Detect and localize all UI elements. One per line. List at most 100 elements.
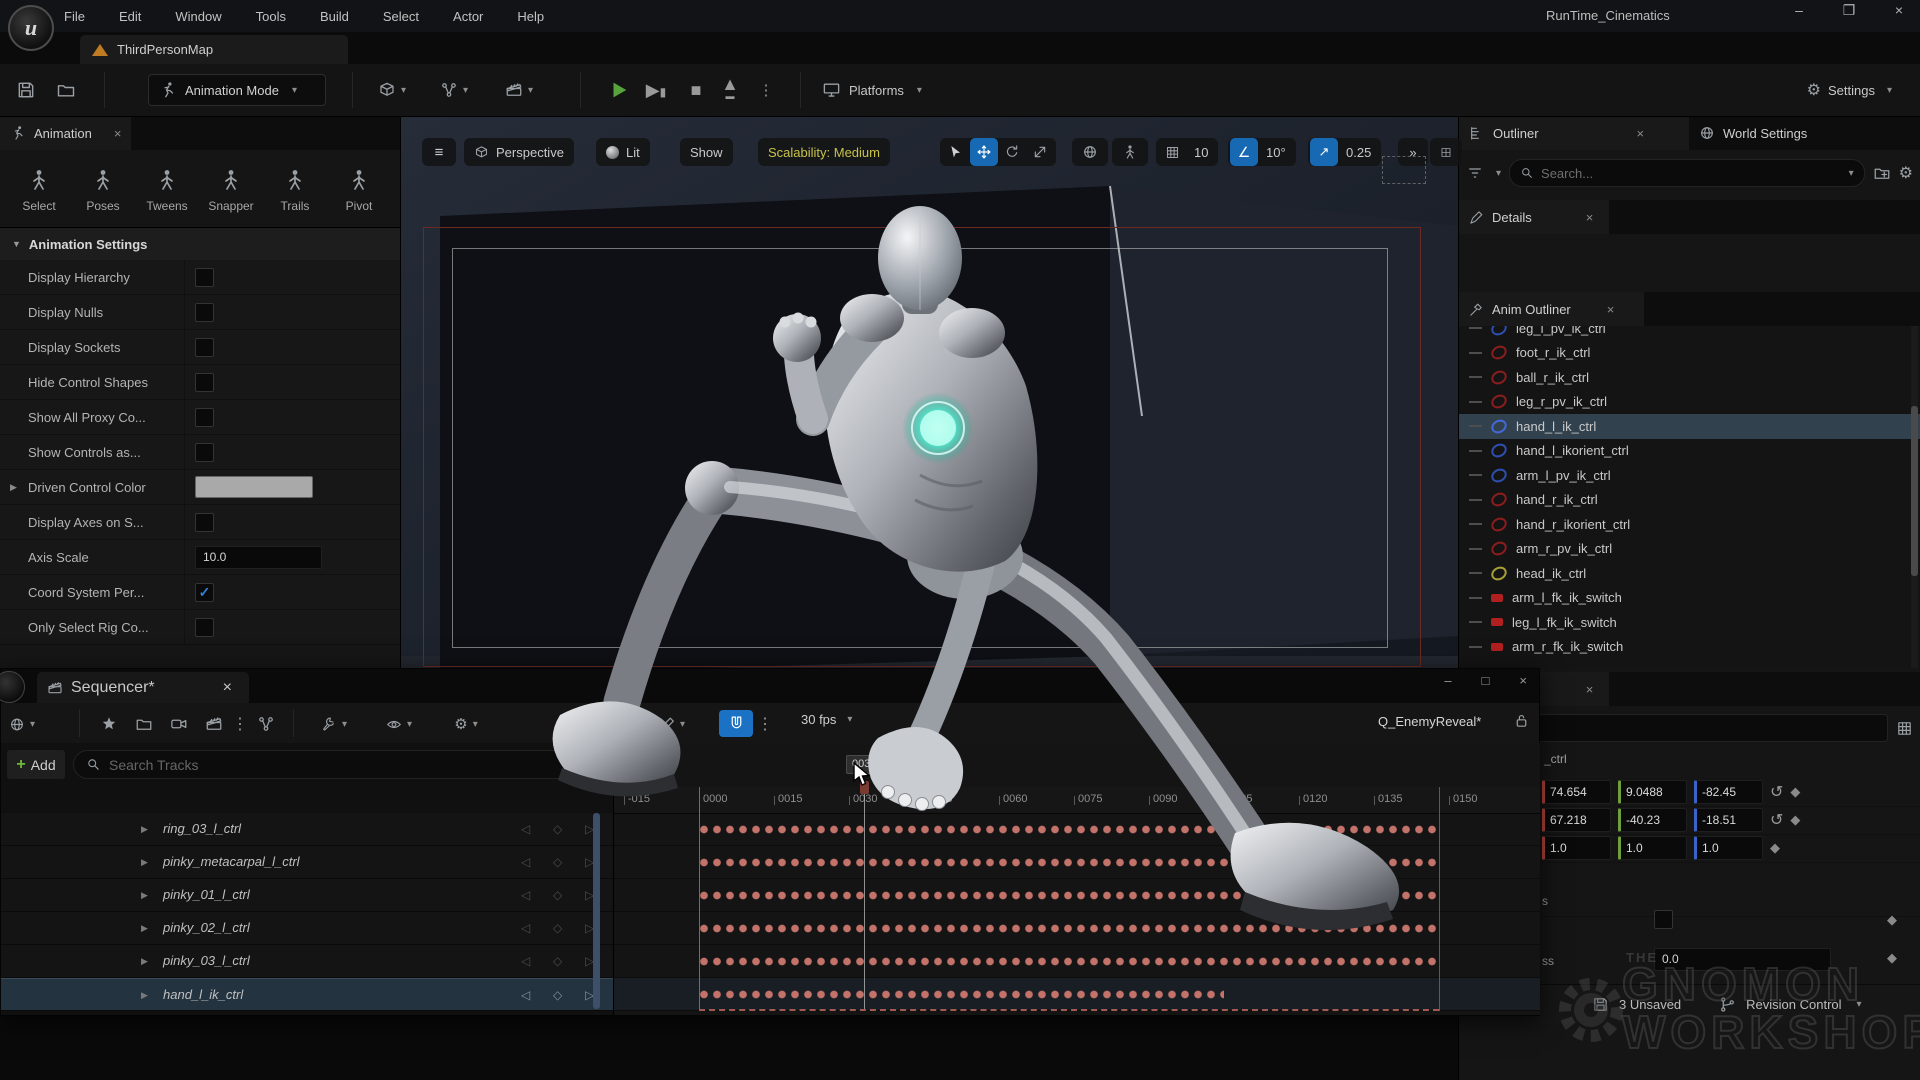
tab-animation[interactable]: Animation × <box>0 116 131 150</box>
animation-settings-header[interactable]: ▼ Animation Settings <box>0 227 400 260</box>
fps-dropdown[interactable]: 30 fps ▾ <box>801 712 852 727</box>
render-movie-button[interactable] <box>201 711 227 737</box>
minimize-button[interactable]: – <box>1444 673 1451 688</box>
menu-build[interactable]: Build <box>320 9 349 24</box>
track-row-pinky_03_l_ctrl[interactable]: ▶pinky_03_l_ctrl◁◇▷ <box>1 945 613 978</box>
edit-mode-dropdown[interactable]: ▾ <box>659 711 685 737</box>
close-icon[interactable]: × <box>223 679 232 697</box>
maximize-button[interactable]: □ <box>1482 673 1490 688</box>
move-tool-icon[interactable] <box>970 138 998 166</box>
menu-tools[interactable]: Tools <box>256 9 286 24</box>
hierarchy-button[interactable] <box>253 711 279 737</box>
camera-button[interactable] <box>166 711 192 737</box>
expand-arrow-icon[interactable]: ▶ <box>141 956 148 967</box>
snap-options-button[interactable]: ⋮ <box>759 711 771 737</box>
menu-actor[interactable]: Actor <box>453 9 483 24</box>
key-lane[interactable] <box>614 813 1540 846</box>
surface-snap-button[interactable] <box>1112 138 1148 166</box>
lit-button[interactable]: Lit <box>596 138 650 166</box>
anim-outliner-item[interactable]: head_ik_ctrl <box>1459 561 1920 586</box>
grid-snap-icon[interactable] <box>1158 138 1186 166</box>
add-track-button[interactable]: + Add <box>7 750 65 779</box>
add-key-icon[interactable]: ◇ <box>553 855 562 869</box>
unreal-logo[interactable]: u <box>8 5 54 51</box>
partial-number-field[interactable]: 0.0 <box>1654 948 1831 971</box>
checkbox[interactable] <box>195 513 214 532</box>
gear-icon[interactable]: ⚙ <box>1899 163 1913 183</box>
platforms-dropdown[interactable]: Platforms ▾ <box>822 74 922 106</box>
close-icon[interactable]: × <box>1607 302 1615 317</box>
maximize-viewport-button[interactable] <box>1430 138 1462 166</box>
scalability-button[interactable]: Scalability: Medium <box>758 138 890 166</box>
anim-outliner-item[interactable]: foot_r_ik_ctrl <box>1459 341 1920 366</box>
anim-outliner-item[interactable]: arm_r_fk_ik_switch <box>1459 635 1920 660</box>
anim-tool-snapper[interactable]: Snapper <box>202 168 260 213</box>
lock-icon[interactable] <box>1513 712 1530 730</box>
number-field[interactable]: 10.0 <box>195 546 322 569</box>
scale-snap-value[interactable]: 0.25 <box>1338 145 1379 160</box>
track-scrollbar[interactable] <box>593 813 600 1009</box>
revision-control-label[interactable]: Revision Control <box>1746 997 1841 1012</box>
view-options-dropdown[interactable]: ▾ <box>386 711 412 737</box>
tab-details-upper[interactable]: Details × <box>1459 200 1609 234</box>
menu-file[interactable]: File <box>64 9 85 24</box>
key-lane[interactable] <box>614 978 1540 1011</box>
playhead-line[interactable] <box>864 787 865 1011</box>
cinematics-button[interactable]: ▾ <box>505 76 533 104</box>
menu-help[interactable]: Help <box>517 9 544 24</box>
add-key-icon[interactable]: ◇ <box>553 888 562 902</box>
anim-outliner-item[interactable]: ball_r_ik_ctrl <box>1459 365 1920 390</box>
prev-key-icon[interactable]: ◁ <box>521 822 530 836</box>
sequence-name[interactable]: Q_EnemyReveal* <box>1378 714 1481 729</box>
color-swatch[interactable] <box>195 476 313 498</box>
prev-key-icon[interactable]: ◁ <box>521 954 530 968</box>
track-row-ring_03_l_ctrl[interactable]: ▶ring_03_l_ctrl◁◇▷ <box>1 813 613 846</box>
settings-dropdown[interactable]: ⚙ Settings ▾ <box>1807 74 1892 106</box>
expand-arrow-icon[interactable]: ▶ <box>10 482 17 493</box>
expand-arrow-icon[interactable]: ▶ <box>141 990 148 1001</box>
rotation-snap-icon[interactable]: ∠ <box>1230 138 1258 166</box>
key-lane[interactable] <box>614 879 1540 912</box>
close-icon[interactable]: × <box>114 126 122 141</box>
menu-window[interactable]: Window <box>175 9 221 24</box>
save-button[interactable] <box>12 76 40 104</box>
tools-dropdown[interactable]: ▾ <box>321 711 347 737</box>
blueprints-button[interactable]: ▾ <box>440 76 468 104</box>
add-actor-button[interactable]: ▾ <box>378 76 406 104</box>
keyframe-diamond-icon[interactable]: ◆ <box>1887 912 1897 928</box>
outliner-search-input[interactable]: Search... ▾ <box>1509 159 1865 187</box>
key-lane[interactable] <box>614 912 1540 945</box>
new-folder-icon[interactable] <box>1873 164 1891 182</box>
checkbox[interactable] <box>195 373 214 392</box>
track-filter-button[interactable] <box>593 755 610 773</box>
filter-icon[interactable] <box>1467 165 1483 181</box>
tab-anim-outliner[interactable]: Anim Outliner × <box>1459 292 1644 326</box>
prev-key-icon[interactable]: ◁ <box>521 855 530 869</box>
anim-outliner-item[interactable]: arm_r_pv_ik_ctrl <box>1459 537 1920 562</box>
playback-options-dropdown[interactable]: ⚙▾ <box>453 711 479 737</box>
track-row-hand_l_ik_ctrl[interactable]: ▶hand_l_ik_ctrl◁◇▷ <box>1 978 613 1011</box>
perspective-button[interactable]: Perspective <box>464 138 574 166</box>
close-icon[interactable]: × <box>1586 210 1594 225</box>
tab-outliner[interactable]: Outliner × <box>1459 116 1689 150</box>
close-icon[interactable]: × <box>1637 126 1645 141</box>
editor-mode-dropdown[interactable]: Animation Mode ▾ <box>148 74 326 106</box>
key-lane[interactable] <box>614 846 1540 879</box>
anim-outliner-item[interactable]: hand_l_ik_ctrl <box>1459 414 1920 439</box>
track-row-pinky_metacarpal_l_ctrl[interactable]: ▶pinky_metacarpal_l_ctrl◁◇▷ <box>1 846 613 879</box>
rotate-tool-icon[interactable] <box>998 138 1026 166</box>
anim-tool-poses[interactable]: Poses <box>74 168 132 213</box>
tab-sequencer[interactable]: Sequencer* × <box>37 672 249 703</box>
expand-arrow-icon[interactable]: ▶ <box>141 824 148 835</box>
checkbox[interactable]: ✓ <box>195 583 214 602</box>
add-key-icon[interactable]: ◇ <box>553 954 562 968</box>
anim-tool-trails[interactable]: Trails <box>266 168 324 213</box>
unsaved-count[interactable]: 3 Unsaved <box>1619 997 1681 1012</box>
menu-edit[interactable]: Edit <box>119 9 141 24</box>
anim-outliner-item[interactable]: arm_l_pv_ik_ctrl <box>1459 463 1920 488</box>
key-lane[interactable] <box>614 945 1540 978</box>
scale-snap-icon[interactable]: ↗ <box>1310 138 1338 166</box>
world-space-button[interactable] <box>1072 138 1108 166</box>
create-asset-button[interactable] <box>96 711 122 737</box>
track-row-pinky_02_l_ctrl[interactable]: ▶pinky_02_l_ctrl◁◇▷ <box>1 912 613 945</box>
